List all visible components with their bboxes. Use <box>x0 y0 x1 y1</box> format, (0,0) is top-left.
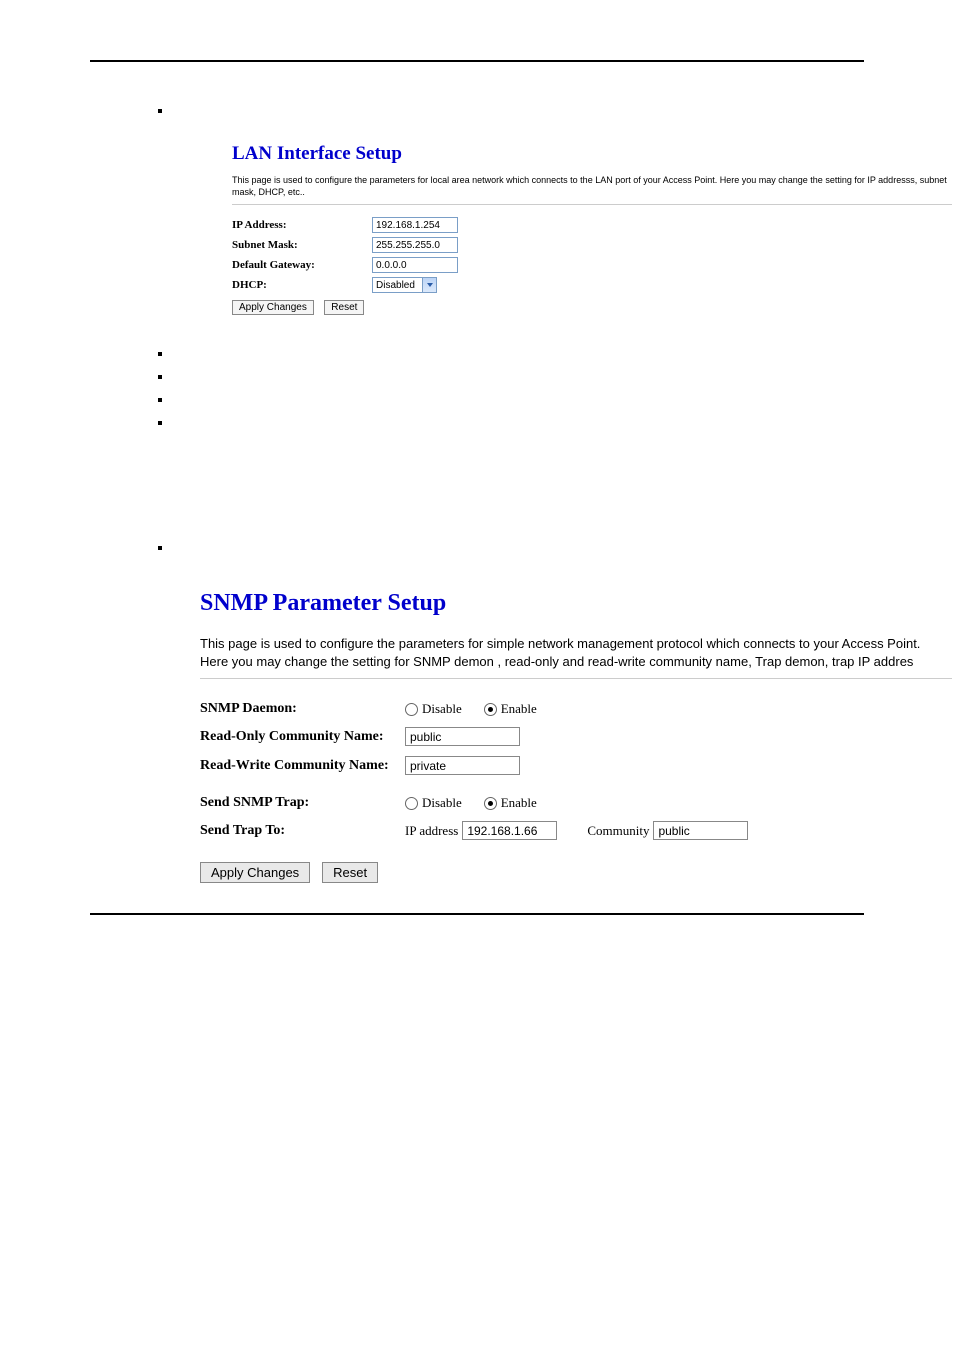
bullet-item <box>158 391 954 402</box>
radio-icon <box>484 797 497 810</box>
dhcp-select-value: Disabled <box>376 280 415 291</box>
lan-interface-panel: LAN Interface Setup This page is used to… <box>232 143 952 315</box>
ip-address-input[interactable] <box>372 217 458 233</box>
bottom-rule <box>90 913 864 915</box>
reset-button[interactable]: Reset <box>322 862 378 883</box>
snmp-parameter-panel: SNMP Parameter Setup This page is used t… <box>200 590 952 883</box>
read-only-community-input[interactable] <box>405 727 520 746</box>
bullet-item <box>158 539 954 550</box>
radio-label: Enable <box>501 701 537 717</box>
snmp-daemon-disable-radio[interactable]: Disable <box>405 701 462 717</box>
lan-description: This page is used to configure the param… <box>232 175 952 198</box>
bullet-icon <box>158 546 162 550</box>
bullet-icon <box>158 109 162 113</box>
label-rw-community: Read-Write Community Name: <box>200 758 405 774</box>
label-ip: IP Address: <box>232 219 372 231</box>
bullet-icon <box>158 398 162 402</box>
bullet-icon <box>158 421 162 425</box>
apply-changes-button[interactable]: Apply Changes <box>232 300 314 315</box>
bullet-item <box>158 368 954 379</box>
label-mask: Subnet Mask: <box>232 239 372 251</box>
chevron-down-icon <box>422 278 436 292</box>
radio-label: Disable <box>422 795 462 811</box>
label-community: Community <box>587 823 649 839</box>
bullet-item <box>158 102 954 113</box>
read-write-community-input[interactable] <box>405 756 520 775</box>
send-trap-disable-radio[interactable]: Disable <box>405 795 462 811</box>
label-ro-community: Read-Only Community Name: <box>200 729 405 745</box>
bullet-icon <box>158 375 162 379</box>
radio-icon <box>405 797 418 810</box>
send-trap-enable-radio[interactable]: Enable <box>484 795 537 811</box>
label-send-trap-to: Send Trap To: <box>200 823 405 839</box>
snmp-title: SNMP Parameter Setup <box>200 590 952 617</box>
bullet-item <box>158 345 954 356</box>
top-rule <box>90 60 864 62</box>
apply-changes-button[interactable]: Apply Changes <box>200 862 310 883</box>
radio-label: Disable <box>422 701 462 717</box>
radio-icon <box>405 703 418 716</box>
label-gw: Default Gateway: <box>232 259 372 271</box>
snmp-daemon-enable-radio[interactable]: Enable <box>484 701 537 717</box>
snmp-description: This page is used to configure the param… <box>200 635 952 670</box>
label-snmp-daemon: SNMP Daemon: <box>200 701 405 717</box>
lan-title: LAN Interface Setup <box>232 143 952 165</box>
label-ip-address: IP address <box>405 823 458 839</box>
bullet-icon <box>158 352 162 356</box>
label-dhcp: DHCP: <box>232 279 372 291</box>
trap-community-input[interactable] <box>653 821 748 840</box>
reset-button[interactable]: Reset <box>324 300 364 315</box>
trap-ip-input[interactable] <box>462 821 557 840</box>
dhcp-select[interactable]: Disabled <box>372 277 437 293</box>
label-send-trap: Send SNMP Trap: <box>200 795 405 811</box>
subnet-mask-input[interactable] <box>372 237 458 253</box>
radio-icon <box>484 703 497 716</box>
divider <box>200 678 952 679</box>
default-gateway-input[interactable] <box>372 257 458 273</box>
bullet-item <box>158 414 954 425</box>
divider <box>232 204 952 205</box>
radio-label: Enable <box>501 795 537 811</box>
